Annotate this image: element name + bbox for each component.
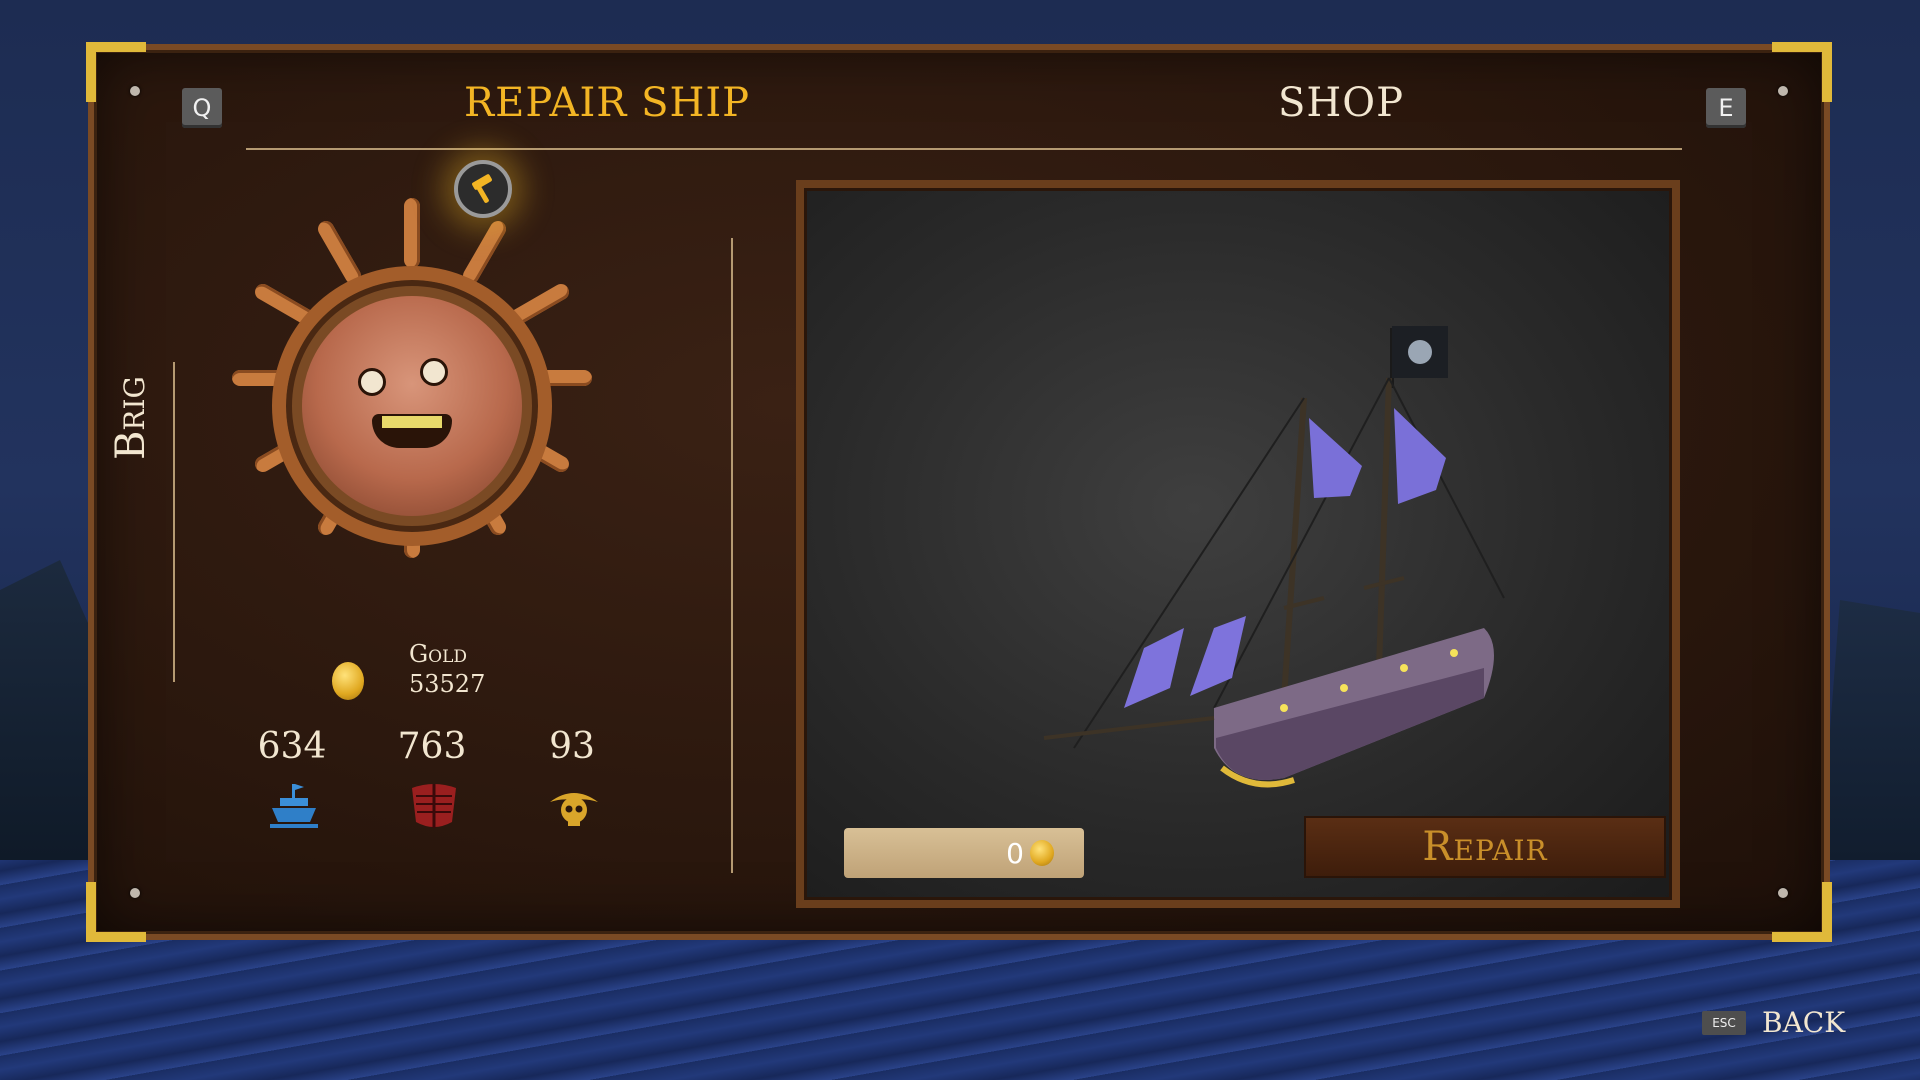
captain-portrait (302, 296, 522, 516)
gold-label: Gold (409, 640, 468, 668)
armor-plates-icon (412, 784, 456, 828)
rivet (1778, 86, 1788, 96)
rivet (130, 86, 140, 96)
gold-coin-icon (332, 662, 364, 700)
shore-left (0, 560, 100, 860)
portrait-teeth (382, 416, 442, 428)
portrait-eye (358, 368, 386, 396)
ship-hull-icon (270, 784, 318, 828)
ship-model-image (1043, 326, 1505, 788)
back-control[interactable]: ESC BACK (1702, 1006, 1845, 1039)
gold-value: 53527 (409, 670, 486, 698)
rivet (130, 888, 140, 898)
tab-repair-ship[interactable]: REPAIR SHIP (464, 80, 750, 126)
repair-cost-value: 0 (1006, 836, 1024, 870)
portrait-eye (420, 358, 448, 386)
pirate-skull-icon (550, 793, 598, 826)
stat-hull-value: 634 (257, 726, 327, 767)
shore-right (1820, 600, 1920, 860)
header-divider (246, 148, 1682, 150)
next-tab-key[interactable]: E (1706, 88, 1746, 128)
captain-wheel (202, 168, 622, 588)
prev-tab-key[interactable]: Q (182, 88, 222, 128)
stat-crew-value: 93 (549, 726, 595, 767)
repair-cost-display: 0 (844, 828, 1084, 878)
ship-class-label: Brig (108, 376, 154, 460)
ship-preview-panel: 0 Repair (796, 180, 1680, 908)
esc-key-icon: ESC (1702, 1010, 1746, 1035)
side-divider (173, 362, 175, 682)
back-label[interactable]: BACK (1762, 1006, 1845, 1039)
tab-shop[interactable]: SHOP (1278, 80, 1404, 126)
gold-coin-icon (1030, 840, 1054, 866)
repair-ship-panel: Q E REPAIR SHIP SHOP Brig Gold 53527 634… (86, 42, 1832, 942)
column-divider (731, 238, 733, 873)
stat-armor-value: 763 (397, 726, 467, 767)
hammer-icon (454, 160, 512, 218)
rivet (1778, 888, 1788, 898)
wheel-spoke (404, 198, 420, 268)
repair-button[interactable]: Repair (1304, 816, 1666, 878)
